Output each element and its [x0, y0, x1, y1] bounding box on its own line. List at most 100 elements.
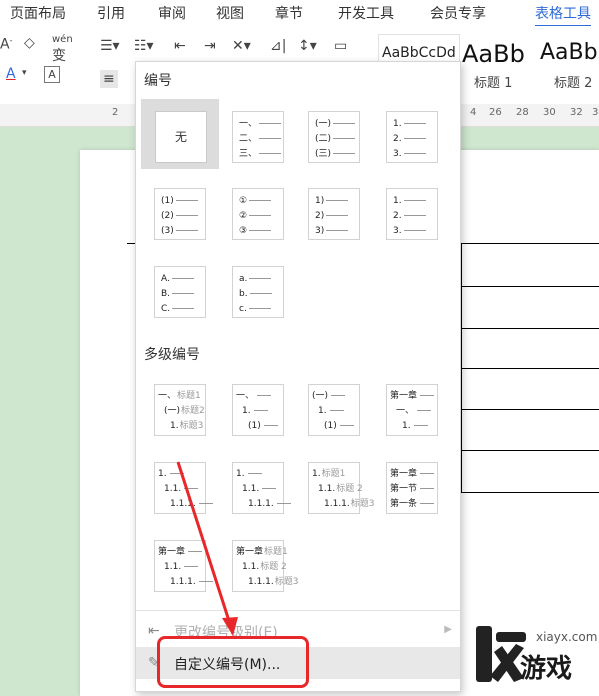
menu-bar: 页面布局 引用 审阅 视图 章节 开发工具 会员专享 表格工具 — [0, 0, 599, 27]
numbering-option[interactable]: (一) (二) (三) — [308, 111, 360, 163]
placeholder-line — [249, 293, 272, 294]
numbering-option-none[interactable]: 无 — [141, 99, 219, 169]
placeholder-line — [326, 230, 349, 231]
decrease-indent-icon[interactable]: ⇤ — [174, 38, 186, 54]
indent-level-icon: ⇤ — [148, 623, 160, 639]
placeholder-line — [420, 395, 435, 396]
placeholder-line — [262, 488, 277, 489]
multilevel-number: 一、 — [158, 391, 177, 401]
multilevel-line: 1.1.1. — [248, 498, 291, 510]
numbering-option[interactable]: ① ② ③ — [232, 188, 284, 240]
multilevel-option[interactable]: 1. 1.1. 1.1.1. — [232, 462, 291, 514]
numbering-label: 2. — [393, 211, 402, 221]
numbering-option[interactable]: (1) (2) (3) — [154, 188, 206, 240]
numbering-line: 3. — [393, 148, 426, 160]
menu-chapter[interactable]: 章节 — [275, 3, 303, 23]
multilevel-option[interactable]: (一) 1. (1) — [308, 384, 360, 436]
numbering-label: (1) — [161, 196, 174, 206]
numbering-line: 2) — [315, 210, 349, 222]
numbering-line: (三) — [315, 148, 356, 160]
multilevel-heading-label: 标题3 — [179, 421, 204, 431]
multilevel-line: 第一节 — [390, 483, 435, 495]
multilevel-number: 一、 — [236, 391, 255, 401]
multilevel-line: 1.1.1. — [170, 576, 213, 588]
numbering-line: C. — [161, 303, 195, 315]
numbered-list-icon[interactable]: ☷▾ — [134, 38, 154, 54]
character-border-icon[interactable]: A — [44, 66, 60, 83]
multilevel-option[interactable]: 一、标题1 (一)标题2 1.标题3 — [154, 384, 206, 436]
font-size-icon[interactable]: A- — [0, 36, 12, 53]
multilevel-number: 1.1.1. — [170, 499, 196, 509]
numbering-option[interactable]: 1. 2. 3. — [386, 111, 438, 163]
menu-member[interactable]: 会员专享 — [430, 3, 486, 23]
font-color-icon[interactable]: A — [6, 66, 16, 82]
style-heading-2-label: 标题 2 — [554, 76, 593, 91]
text-direction-icon[interactable]: ⊿| — [270, 38, 286, 54]
numbering-option[interactable]: a. b. c. — [232, 266, 284, 318]
menu-table-tools[interactable]: 表格工具 — [535, 3, 591, 27]
numbering-option[interactable]: 1) 2) 3) — [308, 188, 360, 240]
placeholder-line — [329, 410, 344, 411]
numbering-line: 2. — [393, 133, 426, 145]
multilevel-option[interactable]: 第一章标题1 1.1.标题 2 1.1.1.标题3 — [232, 540, 299, 592]
placeholder-line — [259, 123, 282, 124]
numbering-line: ① — [239, 195, 272, 207]
multilevel-number: 1. — [170, 421, 179, 431]
menu-developer[interactable]: 开发工具 — [338, 3, 394, 23]
placeholder-line — [175, 215, 198, 216]
ruler-number: 26 — [489, 107, 502, 118]
numbering-line: A. — [161, 273, 194, 285]
menu-page-layout[interactable]: 页面布局 — [10, 3, 66, 23]
placeholder-line — [420, 473, 435, 474]
numbering-label: (2) — [161, 211, 174, 221]
multilevel-option[interactable]: 第一章 一、 1. — [386, 384, 438, 436]
multilevel-line: 第一条 — [390, 498, 435, 510]
style-heading-2[interactable]: AaBb 标题 2 — [540, 34, 599, 96]
numbering-dropdown: 编号 无 一、 二、 三、 (一) (二) (三) 1. 2. 3. (1) (2) (3) ① ② ③ 1)… — [135, 61, 461, 692]
multilevel-heading-label: 标题 2 — [260, 562, 287, 572]
phonetic-guide-icon[interactable]: wén 变 — [52, 34, 73, 65]
multilevel-line: 1. — [236, 468, 262, 480]
menu-review[interactable]: 审阅 — [158, 3, 186, 23]
multilevel-line: 1. — [318, 405, 344, 417]
placeholder-line — [249, 278, 272, 279]
multilevel-section-title: 多级编号 — [144, 347, 200, 363]
menu-references[interactable]: 引用 — [97, 3, 125, 23]
align-left-icon[interactable]: ≡ — [100, 70, 118, 88]
eraser-icon[interactable]: ◇ — [24, 35, 35, 51]
multilevel-option[interactable]: 第一章 1.1. 1.1.1. — [154, 540, 213, 592]
menu-view[interactable]: 视图 — [216, 3, 244, 23]
numbering-line: 三、 — [239, 148, 282, 160]
placeholder-line — [326, 200, 349, 201]
placeholder-line — [172, 293, 195, 294]
style-heading-1[interactable]: AaBb 标题 1 — [460, 34, 540, 96]
chevron-down-icon[interactable]: ▾ — [22, 68, 27, 78]
ruler-icon[interactable]: ▭ — [334, 38, 347, 54]
phonetic-char: 变 — [52, 48, 66, 64]
numbering-label: c. — [239, 304, 247, 314]
multilevel-option[interactable]: 一、 1. (1) — [232, 384, 284, 436]
line-spacing-icon[interactable]: ↕▾ — [298, 38, 317, 54]
multilevel-option[interactable]: 1. 1.1. 1.1.1. — [154, 462, 213, 514]
numbering-label: 一、 — [239, 119, 258, 129]
multilevel-option[interactable]: 1.标题1 1.1.标题 2 1.1.1.标题3 — [308, 462, 375, 514]
placeholder-line — [417, 410, 432, 411]
numbering-label: ② — [239, 211, 248, 221]
multilevel-number: 1. — [312, 469, 321, 479]
numbering-line: (一) — [315, 118, 356, 130]
increase-indent-icon[interactable]: ⇥ — [204, 38, 216, 54]
multilevel-number: 1. — [242, 406, 251, 416]
numbering-line: (3) — [161, 225, 198, 237]
multilevel-option[interactable]: 第一章 第一节 第一条 — [386, 462, 438, 514]
multilevel-line: 一、 — [396, 405, 432, 417]
numbering-option[interactable]: A. B. C. — [154, 266, 206, 318]
placeholder-line — [175, 230, 198, 231]
chinese-layout-icon[interactable]: ✕▾ — [232, 38, 251, 54]
multilevel-number: (1) — [324, 421, 337, 431]
multilevel-number: (一) — [164, 406, 181, 416]
numbering-option[interactable]: 一、 二、 三、 — [232, 111, 284, 163]
numbering-label: 三、 — [239, 149, 258, 159]
numbering-option[interactable]: 1. 2. 3. — [386, 188, 438, 240]
watermark-site: xiayx.com — [536, 630, 598, 644]
bullet-list-icon[interactable]: ☰▾ — [100, 38, 120, 54]
